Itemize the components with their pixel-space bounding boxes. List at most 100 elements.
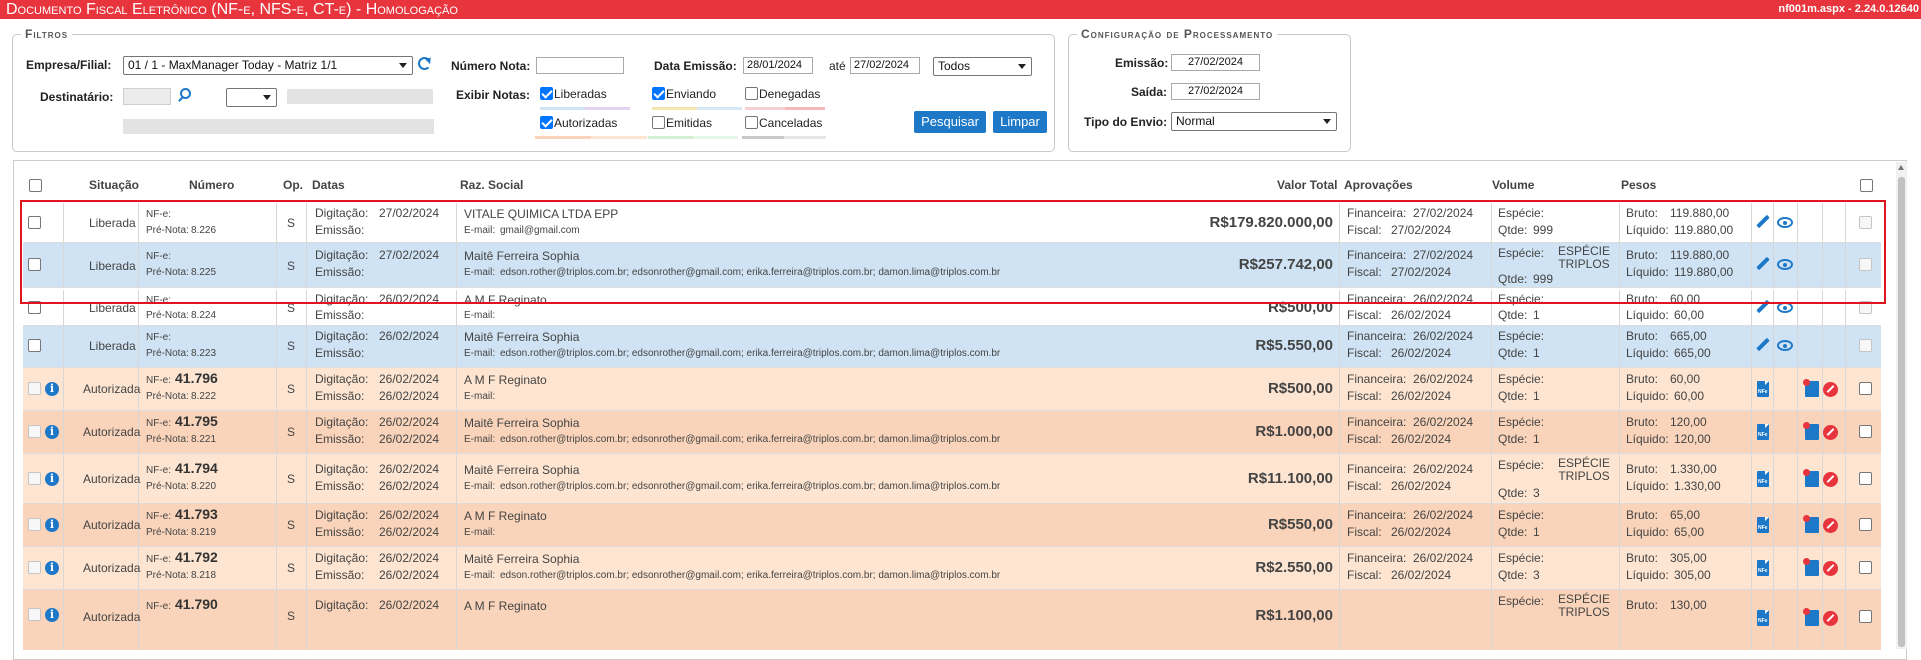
header-pesos[interactable]: Pesos <box>1621 178 1656 192</box>
data-to-input[interactable]: 27/02/2024 <box>850 57 920 74</box>
config-emissao-input[interactable]: 27/02/2024 <box>1171 54 1260 71</box>
header-aprovacoes[interactable]: Aprovações <box>1344 178 1413 192</box>
row-checkbox[interactable] <box>28 518 41 531</box>
edit-pencil-icon[interactable] <box>1755 338 1771 354</box>
row-right-checkbox[interactable] <box>1859 561 1872 574</box>
cancel-icon[interactable] <box>1823 425 1838 440</box>
row-right-checkbox[interactable] <box>1859 339 1872 352</box>
nfe-document-icon[interactable] <box>1757 517 1769 533</box>
nfe-document-icon[interactable] <box>1757 381 1769 397</box>
table-row[interactable]: Liberada NF-e: Pré-Nota: 8.223 S Digitaç… <box>23 326 1881 368</box>
grid-scrollbar[interactable] <box>1896 162 1907 649</box>
destinatario-code-input[interactable] <box>123 88 171 105</box>
nfe-event-icon[interactable] <box>1803 558 1819 576</box>
cancel-icon[interactable] <box>1823 382 1838 397</box>
nfe-document-icon[interactable] <box>1757 610 1769 626</box>
cancel-icon[interactable] <box>1823 472 1838 487</box>
pesquisar-button[interactable]: Pesquisar <box>914 111 986 133</box>
nfe-document-icon[interactable] <box>1757 424 1769 440</box>
header-datas[interactable]: Datas <box>312 178 345 192</box>
view-eye-icon[interactable] <box>1777 302 1793 313</box>
row-checkbox[interactable] <box>28 472 41 485</box>
nfe-event-icon[interactable] <box>1803 515 1819 533</box>
edit-pencil-icon[interactable] <box>1755 215 1771 231</box>
row-right-checkbox[interactable] <box>1859 216 1872 229</box>
search-icon[interactable] <box>177 88 191 102</box>
table-row[interactable]: i Autorizada NF-e: 41.795 Pré-Nota: 8.22… <box>23 411 1881 454</box>
edit-pencil-icon[interactable] <box>1755 257 1771 273</box>
nfe-event-icon[interactable] <box>1803 469 1819 487</box>
config-saida-input[interactable]: 27/02/2024 <box>1171 83 1260 100</box>
row-bruto-label: Bruto: <box>1626 248 1659 262</box>
nfe-document-icon[interactable] <box>1757 560 1769 576</box>
info-icon[interactable]: i <box>45 382 59 396</box>
header-right-checkbox[interactable] <box>1860 179 1873 192</box>
info-icon[interactable]: i <box>45 518 59 532</box>
row-checkbox[interactable] <box>28 339 41 352</box>
enviando-checkbox[interactable] <box>652 87 665 100</box>
info-icon[interactable]: i <box>45 561 59 575</box>
refresh-icon[interactable] <box>418 57 431 70</box>
liberadas-checkbox[interactable] <box>540 87 553 100</box>
row-right-checkbox[interactable] <box>1859 472 1872 485</box>
header-razao-social[interactable]: Raz. Social <box>460 178 523 192</box>
header-op[interactable]: Op. <box>283 178 303 192</box>
row-checkbox[interactable] <box>28 216 41 229</box>
nfe-event-icon[interactable] <box>1803 608 1819 626</box>
view-eye-icon[interactable] <box>1777 259 1793 270</box>
nfe-event-icon[interactable] <box>1803 422 1819 440</box>
data-from-input[interactable]: 28/01/2024 <box>743 57 813 74</box>
row-right-checkbox[interactable] <box>1859 382 1872 395</box>
row-checkbox[interactable] <box>28 258 41 271</box>
destinatario-type-select[interactable] <box>226 88 277 107</box>
row-right-checkbox[interactable] <box>1859 301 1872 314</box>
header-situacao[interactable]: Situação <box>89 178 139 192</box>
row-checkbox[interactable] <box>28 561 41 574</box>
periodo-select[interactable]: Todos <box>933 57 1032 76</box>
row-right-checkbox[interactable] <box>1859 610 1872 623</box>
view-eye-icon[interactable] <box>1777 217 1793 228</box>
cancel-icon[interactable] <box>1823 518 1838 533</box>
cancel-icon[interactable] <box>1823 611 1838 626</box>
table-row[interactable]: i Autorizada NF-e: 41.793 Pré-Nota: 8.21… <box>23 504 1881 547</box>
row-checkbox[interactable] <box>28 382 41 395</box>
view-eye-icon[interactable] <box>1777 340 1793 351</box>
header-numero[interactable]: Número <box>189 178 234 192</box>
select-all-checkbox[interactable] <box>29 179 42 192</box>
limpar-button[interactable]: Limpar <box>993 111 1047 133</box>
cancel-icon[interactable] <box>1823 561 1838 576</box>
table-row[interactable]: Liberada NF-e: Pré-Nota: 8.224 S Digitaç… <box>23 290 1881 326</box>
nfe-document-icon[interactable] <box>1757 471 1769 487</box>
table-row[interactable]: i Autorizada NF-e: 41.794 Pré-Nota: 8.22… <box>23 454 1881 504</box>
table-row[interactable]: i Autorizada NF-e: 41.796 Pré-Nota: 8.22… <box>23 368 1881 411</box>
row-checkbox[interactable] <box>28 608 41 621</box>
info-icon[interactable]: i <box>45 608 59 622</box>
table-row[interactable]: i Autorizada NF-e: 41.790 S Digitação: 2… <box>23 590 1881 650</box>
row-bruto-label: Bruto: <box>1626 329 1659 343</box>
scrollbar-thumb[interactable] <box>1898 177 1905 647</box>
header-volume[interactable]: Volume <box>1492 178 1534 192</box>
row-right-checkbox[interactable] <box>1859 258 1872 271</box>
nfe-event-icon[interactable] <box>1803 379 1819 397</box>
numero-nota-input[interactable] <box>536 57 624 74</box>
canceladas-checkbox[interactable] <box>745 116 758 129</box>
table-row[interactable]: Liberada NF-e: Pré-Nota: 8.226 S Digitaç… <box>23 203 1881 243</box>
table-row[interactable]: i Autorizada NF-e: 41.792 Pré-Nota: 8.21… <box>23 547 1881 590</box>
emitidas-checkbox[interactable] <box>652 116 665 129</box>
info-icon[interactable]: i <box>45 472 59 486</box>
row-prenota-value: 8.224 <box>191 310 217 321</box>
denegadas-checkbox[interactable] <box>745 87 758 100</box>
info-icon[interactable]: i <box>45 425 59 439</box>
table-row[interactable]: Liberada NF-e: Pré-Nota: 8.225 S Digitaç… <box>23 243 1881 288</box>
autorizadas-checkbox[interactable] <box>540 116 553 129</box>
edit-pencil-icon[interactable] <box>1755 300 1771 316</box>
empresa-select[interactable]: 01 / 1 - MaxManager Today - Matriz 1/1 <box>123 56 413 75</box>
row-checkbox[interactable] <box>28 301 41 314</box>
row-digitacao-label: Digitação: <box>315 462 369 476</box>
header-valor-total[interactable]: Valor Total <box>1277 178 1337 192</box>
row-right-checkbox[interactable] <box>1859 518 1872 531</box>
scroll-up-arrow-icon[interactable] <box>1898 165 1904 170</box>
row-right-checkbox[interactable] <box>1859 425 1872 438</box>
row-checkbox[interactable] <box>28 425 41 438</box>
tipo-envio-select[interactable]: Normal <box>1171 112 1337 131</box>
